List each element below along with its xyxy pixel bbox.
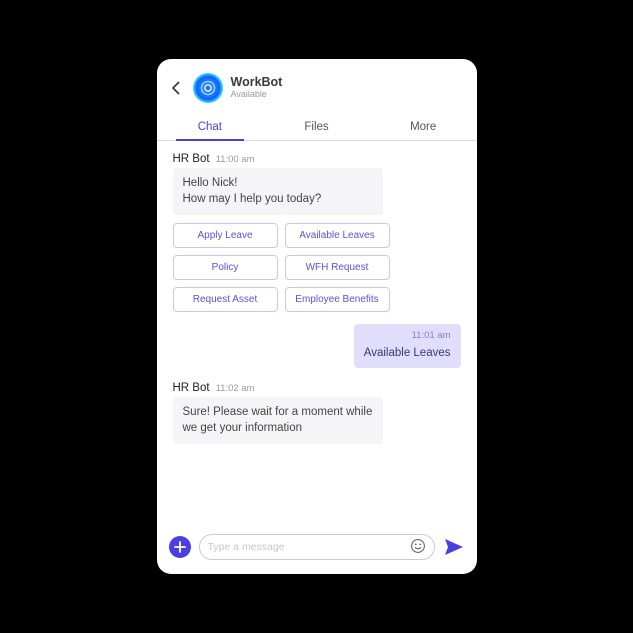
send-icon bbox=[444, 538, 464, 556]
chat-window: WorkBot Available Chat Files More HR Bot… bbox=[157, 59, 477, 574]
header-title-block: WorkBot Available bbox=[231, 76, 283, 100]
chip-policy[interactable]: Policy bbox=[173, 255, 278, 280]
message-line: How may I help you today? bbox=[183, 192, 373, 208]
bot-message: HR Bot 11:02 am Sure! Please wait for a … bbox=[173, 382, 461, 444]
chip-apply-leave[interactable]: Apply Leave bbox=[173, 223, 278, 248]
tab-files[interactable]: Files bbox=[263, 113, 370, 140]
bot-status: Available bbox=[231, 90, 283, 100]
message-timestamp: 11:02 am bbox=[216, 383, 255, 394]
message-line: Hello Nick! bbox=[183, 176, 373, 192]
user-message: 11:01 am Available Leaves bbox=[173, 324, 461, 368]
tab-chat[interactable]: Chat bbox=[157, 113, 264, 140]
bot-message: HR Bot 11:00 am Hello Nick! How may I he… bbox=[173, 153, 461, 312]
quick-replies: Apply Leave Available Leaves Policy WFH … bbox=[173, 223, 408, 312]
sender-name: HR Bot bbox=[173, 153, 210, 165]
chevron-left-icon bbox=[171, 81, 183, 95]
bot-bubble: Hello Nick! How may I help you today? bbox=[173, 168, 383, 215]
emoji-button[interactable] bbox=[410, 538, 426, 557]
send-button[interactable] bbox=[443, 536, 465, 558]
message-list: HR Bot 11:00 am Hello Nick! How may I he… bbox=[157, 141, 477, 526]
smiley-icon bbox=[410, 538, 426, 554]
chip-request-asset[interactable]: Request Asset bbox=[173, 287, 278, 312]
add-attachment-button[interactable] bbox=[169, 536, 191, 558]
bot-bubble: Sure! Please wait for a moment while we … bbox=[173, 397, 383, 444]
user-bubble: 11:01 am Available Leaves bbox=[354, 324, 461, 368]
composer bbox=[157, 526, 477, 574]
message-meta: HR Bot 11:02 am bbox=[173, 382, 461, 394]
bot-avatar-icon bbox=[197, 77, 219, 99]
message-meta: HR Bot 11:00 am bbox=[173, 153, 461, 165]
sender-name: HR Bot bbox=[173, 382, 210, 394]
header: WorkBot Available bbox=[157, 59, 477, 113]
message-timestamp: 11:01 am bbox=[364, 330, 451, 341]
message-input[interactable] bbox=[208, 541, 404, 553]
back-button[interactable] bbox=[167, 78, 187, 98]
plus-icon bbox=[174, 541, 186, 553]
tab-more[interactable]: More bbox=[370, 113, 477, 140]
message-input-wrap bbox=[199, 534, 435, 560]
bot-avatar bbox=[193, 73, 223, 103]
tabs: Chat Files More bbox=[157, 113, 477, 141]
chip-wfh-request[interactable]: WFH Request bbox=[285, 255, 390, 280]
chip-employee-benefits[interactable]: Employee Benefits bbox=[285, 287, 390, 312]
bot-name: WorkBot bbox=[231, 76, 283, 90]
message-timestamp: 11:00 am bbox=[216, 154, 255, 165]
message-text: Available Leaves bbox=[364, 347, 451, 359]
chip-available-leaves[interactable]: Available Leaves bbox=[285, 223, 390, 248]
